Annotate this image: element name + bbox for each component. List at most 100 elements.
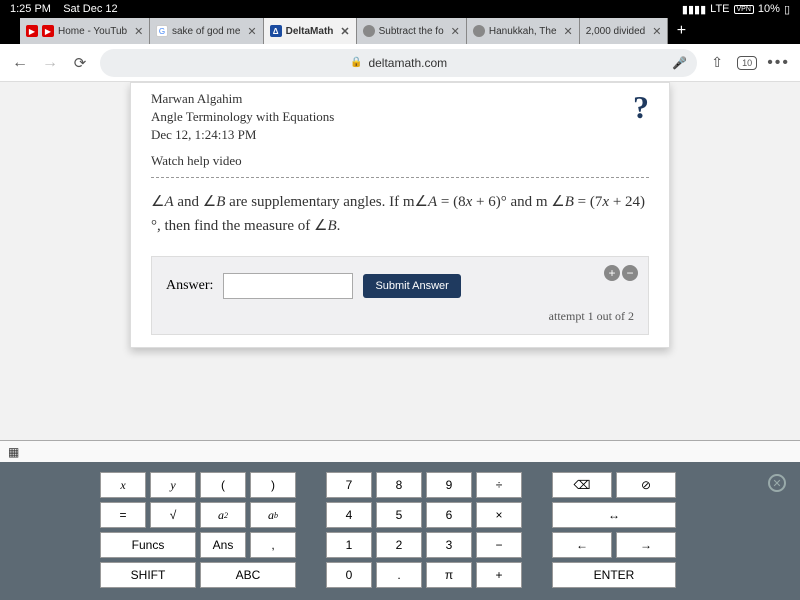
vpn-label: VPN [734, 5, 754, 14]
key-9[interactable]: 9 [426, 472, 472, 498]
tab-subtract[interactable]: Subtract the fo ✕ [357, 18, 467, 44]
youtube-icon: ▶ [42, 25, 54, 37]
page-content: ? Marwan Algahim Angle Terminology with … [0, 82, 800, 440]
key-x[interactable]: x [100, 472, 146, 498]
url-bar: ← → ⟳ 🔒 deltamath.com 🎤 ⇧ 10 ••• [0, 44, 800, 82]
key-y[interactable]: y [150, 472, 196, 498]
key-7[interactable]: 7 [326, 472, 372, 498]
problem-text: ∠A and ∠B are supplementary angles. If m… [151, 190, 649, 238]
key-2[interactable]: 2 [376, 532, 422, 558]
answer-section: + − Answer: Submit Answer attempt 1 out … [151, 256, 649, 335]
key-close-paren[interactable]: ) [250, 472, 296, 498]
key-right[interactable]: → [616, 532, 676, 558]
key-8[interactable]: 8 [376, 472, 422, 498]
battery-icon: ▯ [784, 3, 790, 16]
browser-tab-bar: ▶ ▶ Home - YouTub ✕ G sake of god me ✕ Δ… [0, 18, 800, 44]
key-multiply[interactable]: × [476, 502, 522, 528]
key-enter[interactable]: ENTER [552, 562, 676, 588]
back-button[interactable]: ← [10, 54, 30, 72]
share-icon[interactable]: ⇧ [707, 54, 727, 71]
key-divide[interactable]: ÷ [476, 472, 522, 498]
submit-button[interactable]: Submit Answer [363, 274, 460, 298]
key-clear[interactable]: ⊘ [616, 472, 676, 498]
close-keyboard-button[interactable]: ✕ [768, 474, 786, 492]
reload-button[interactable]: ⟳ [70, 54, 90, 72]
tab-label: Subtract the fo [379, 26, 444, 37]
address-bar[interactable]: 🔒 deltamath.com 🎤 [100, 49, 697, 77]
lock-icon: 🔒 [350, 57, 362, 68]
tab-label: Home - YouTub [58, 26, 127, 37]
key-backspace[interactable]: ⌫ [552, 472, 612, 498]
close-icon[interactable]: ✕ [134, 25, 143, 38]
key-squared[interactable]: a2 [200, 502, 246, 528]
key-shift[interactable]: SHIFT [100, 562, 196, 588]
problem-card: ? Marwan Algahim Angle Terminology with … [130, 82, 670, 348]
help-icon[interactable]: ? [633, 89, 649, 126]
tab-label: 2,000 divided [586, 26, 646, 37]
tab-google[interactable]: G sake of god me ✕ [150, 18, 264, 44]
calculator-icon[interactable]: ▦ [8, 445, 19, 459]
answer-input[interactable] [223, 273, 353, 299]
battery-label: 10% [758, 3, 780, 15]
key-1[interactable]: 1 [326, 532, 372, 558]
globe-icon [473, 25, 485, 37]
key-sqrt[interactable]: √ [150, 502, 196, 528]
key-left[interactable]: ← [552, 532, 612, 558]
key-group-left: x y ( ) = √ a2 ab Funcs Ans , SHIFT ABC [100, 472, 296, 588]
key-leftright[interactable]: ↔ [552, 502, 676, 528]
key-ans[interactable]: Ans [200, 532, 246, 558]
topic-title: Angle Terminology with Equations [151, 109, 649, 125]
answer-label: Answer: [166, 278, 213, 294]
watch-help-link[interactable]: Watch help video [151, 153, 649, 169]
forward-button[interactable]: → [40, 54, 60, 72]
network-label: LTE [710, 3, 729, 15]
attempt-text: attempt 1 out of 2 [166, 309, 634, 324]
key-comma[interactable]: , [250, 532, 296, 558]
deltamath-icon: Δ [270, 25, 282, 37]
remove-answer-icon[interactable]: − [622, 265, 638, 281]
key-open-paren[interactable]: ( [200, 472, 246, 498]
key-power[interactable]: ab [250, 502, 296, 528]
url-text: deltamath.com [368, 56, 447, 70]
youtube-icon: ▶ [26, 25, 38, 37]
key-minus[interactable]: − [476, 532, 522, 558]
key-6[interactable]: 6 [426, 502, 472, 528]
tab-deltamath[interactable]: Δ DeltaMath ✕ [264, 18, 357, 44]
status-time: 1:25 PM [10, 3, 51, 15]
key-dot[interactable]: . [376, 562, 422, 588]
globe-icon [363, 25, 375, 37]
key-4[interactable]: 4 [326, 502, 372, 528]
key-group-numpad: 7 8 9 ÷ 4 5 6 × 1 2 3 − 0 . π + [326, 472, 522, 588]
tab-youtube[interactable]: ▶ ▶ Home - YouTub ✕ [20, 18, 150, 44]
key-equals[interactable]: = [100, 502, 146, 528]
tab-label: sake of god me [172, 26, 240, 37]
tab-label: DeltaMath [286, 26, 334, 37]
keyboard-strip: ▦ [0, 440, 800, 462]
more-icon[interactable]: ••• [767, 54, 790, 72]
close-icon[interactable]: ✕ [340, 25, 349, 38]
key-plus[interactable]: + [476, 562, 522, 588]
close-icon[interactable]: ✕ [652, 25, 661, 38]
tab-count[interactable]: 10 [737, 56, 757, 70]
new-tab-button[interactable]: + [668, 18, 694, 44]
signal-icon: ▮▮▮▮ [682, 3, 706, 16]
google-icon: G [156, 25, 168, 37]
mic-icon[interactable]: 🎤 [672, 56, 687, 70]
status-bar: 1:25 PM Sat Dec 12 ▮▮▮▮ LTE VPN 10% ▯ [0, 0, 800, 18]
key-abc[interactable]: ABC [200, 562, 296, 588]
add-answer-icon[interactable]: + [604, 265, 620, 281]
close-icon[interactable]: ✕ [247, 25, 256, 38]
datetime: Dec 12, 1:24:13 PM [151, 127, 649, 143]
key-group-right: ⌫ ⊘ ↔ ← → ENTER [552, 472, 676, 588]
key-pi[interactable]: π [426, 562, 472, 588]
key-5[interactable]: 5 [376, 502, 422, 528]
key-3[interactable]: 3 [426, 532, 472, 558]
divider [151, 177, 649, 178]
tab-divided[interactable]: 2,000 divided ✕ [580, 18, 669, 44]
close-icon[interactable]: ✕ [451, 25, 460, 38]
close-icon[interactable]: ✕ [564, 25, 573, 38]
tab-hanukkah[interactable]: Hanukkah, The ✕ [467, 18, 580, 44]
key-funcs[interactable]: Funcs [100, 532, 196, 558]
student-name: Marwan Algahim [151, 91, 649, 107]
key-0[interactable]: 0 [326, 562, 372, 588]
